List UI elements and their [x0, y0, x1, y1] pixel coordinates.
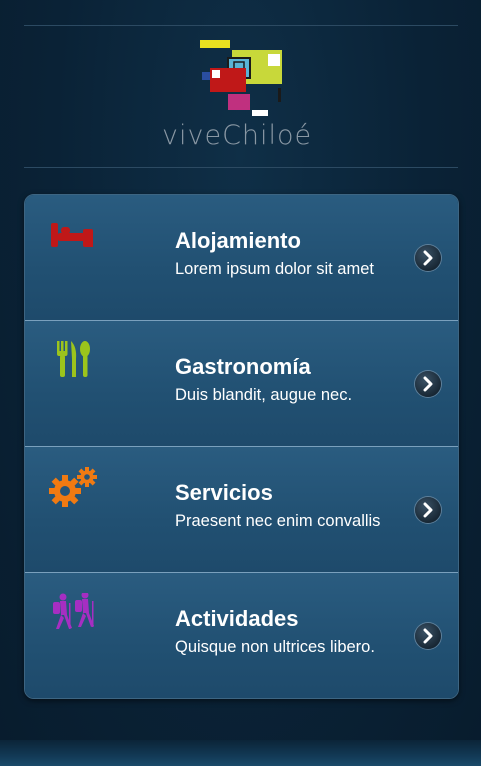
menu-item-alojamiento[interactable]: Alojamiento Lorem ipsum dolor sit amet — [25, 195, 458, 321]
vivechiloe-logo: viveChiloé — [150, 36, 335, 151]
top-divider — [24, 25, 458, 26]
item-title: Alojamiento — [175, 228, 301, 253]
item-subtitle: Duis blandit, augue nec. — [175, 386, 353, 404]
app-screen: viveChiloé Alojamiento Lorem ipsum dolor… — [0, 0, 481, 766]
chevron-right-icon[interactable] — [415, 371, 441, 397]
item-subtitle: Lorem ipsum dolor sit amet — [175, 260, 374, 278]
hikers-icon — [49, 591, 97, 641]
item-subtitle: Quisque non ultrices libero. — [175, 638, 375, 656]
item-title: Servicios — [175, 480, 273, 505]
chevron-right-icon[interactable] — [415, 623, 441, 649]
item-subtitle: Praesent nec enim convallis — [175, 512, 381, 530]
chevron-right-icon[interactable] — [415, 245, 441, 271]
menu-item-actividades[interactable]: Actividades Quisque non ultrices libero. — [25, 573, 458, 698]
bed-icon — [49, 215, 97, 263]
header-divider — [24, 167, 458, 168]
chevron-right-icon[interactable] — [415, 497, 441, 523]
item-title: Gastronomía — [175, 354, 311, 379]
logo-text: viveChiloé — [162, 120, 313, 151]
item-title: Actividades — [175, 606, 299, 631]
main-menu: Alojamiento Lorem ipsum dolor sit amet G… — [24, 194, 459, 699]
gears-icon — [49, 467, 97, 515]
menu-item-gastronomia[interactable]: Gastronomía Duis blandit, augue nec. — [25, 321, 458, 447]
bottom-decoration — [0, 740, 481, 766]
menu-item-servicios[interactable]: Servicios Praesent nec enim convallis — [25, 447, 458, 573]
cutlery-icon — [49, 341, 97, 389]
